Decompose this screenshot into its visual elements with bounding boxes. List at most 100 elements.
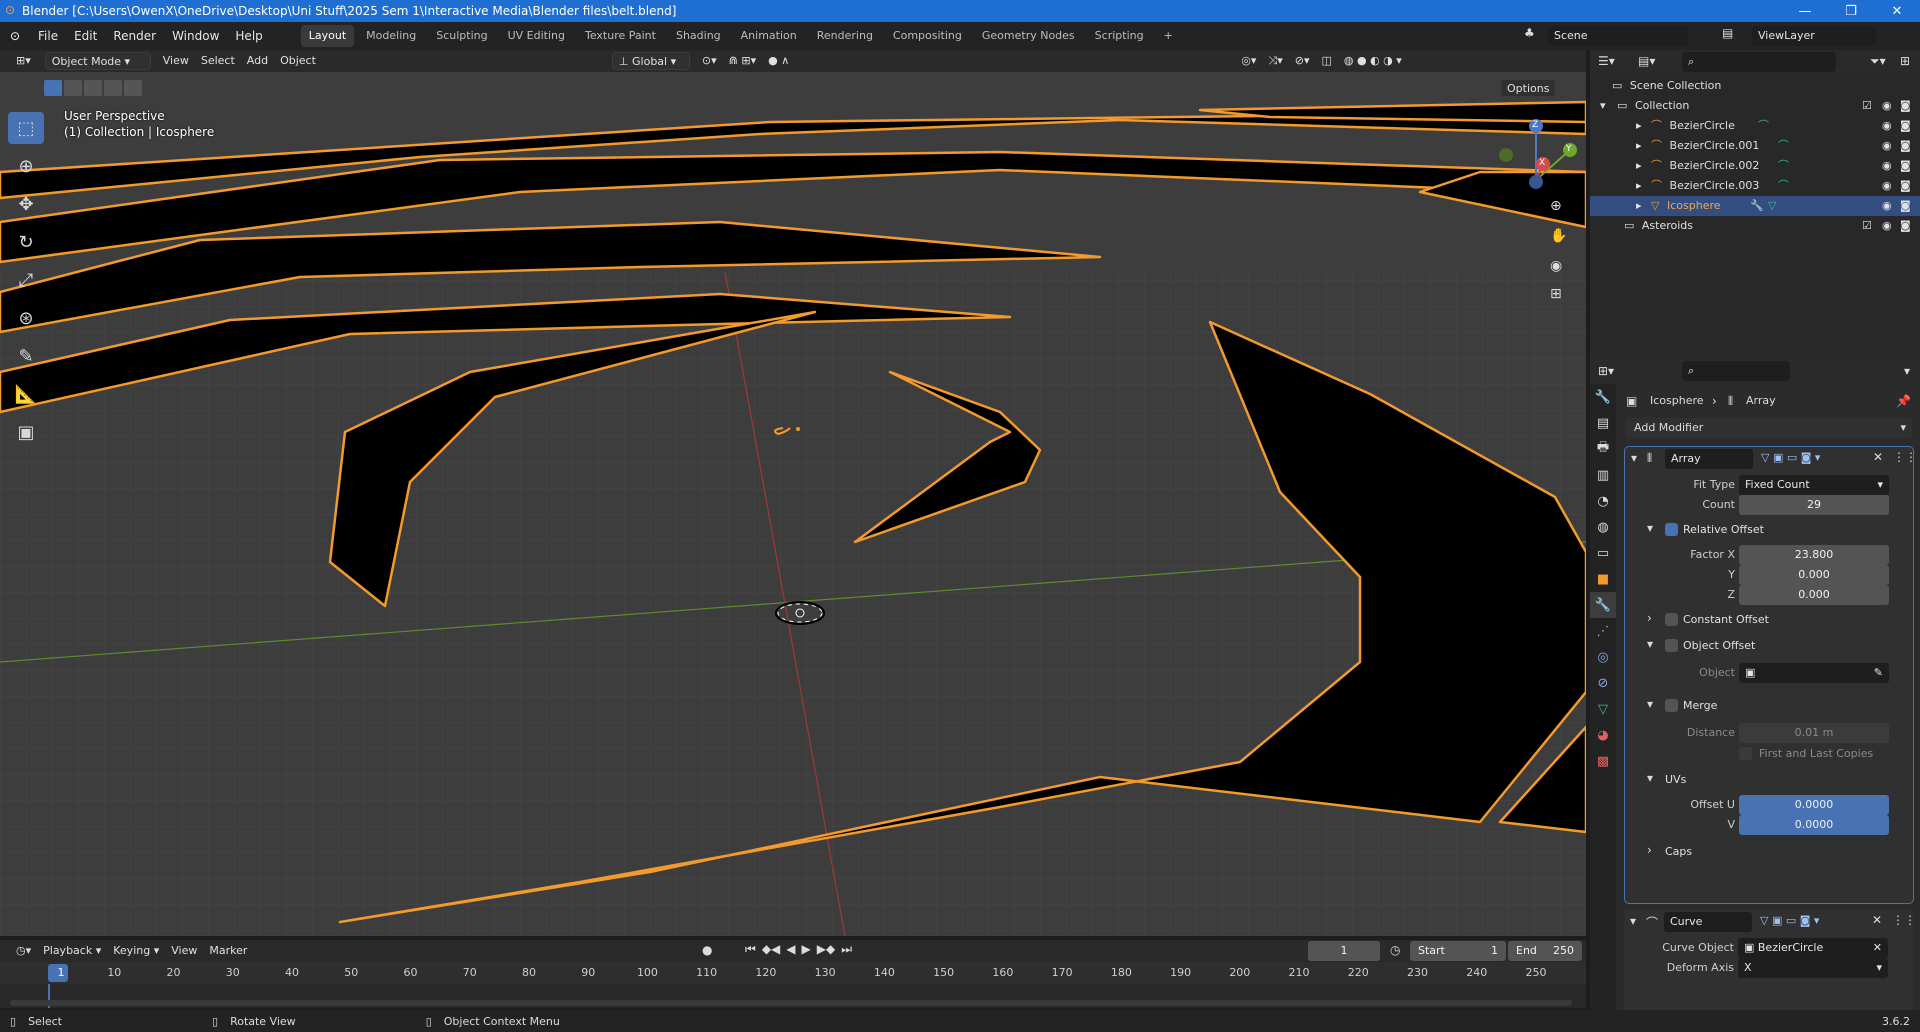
offset-v-field[interactable]: 0.0000 [1739,815,1889,835]
object-offset-collapse-icon[interactable]: ▾ [1647,637,1653,651]
data-tab-icon[interactable]: ▽ [1590,696,1616,722]
relative-offset-collapse-icon[interactable]: ▾ [1647,521,1653,535]
move-icon[interactable]: ✥ [8,188,44,220]
curve-name-field[interactable]: Curve [1664,912,1752,932]
outliner-row-scene-collection[interactable]: ▭ Scene Collection [1590,76,1920,96]
expand-arrow-icon[interactable]: ▸ [1636,179,1642,192]
deform-axis-select[interactable]: X ▾ [1738,958,1888,978]
close-window-button[interactable]: ✕ [1874,0,1920,22]
collapse-arrow-icon[interactable]: ▾ [1631,451,1637,465]
outliner-editor-icon[interactable]: ☰▾ [1598,54,1615,68]
properties-editor-icon[interactable]: ⊞▾ [1598,364,1614,378]
factor-y-field[interactable]: 0.000 [1739,565,1889,585]
outliner-row-beziercircle[interactable]: ▸ ⌒ BezierCircle ⌒ ◉ ◙ [1590,116,1920,136]
render-tab-icon[interactable]: ▤ [1590,410,1616,436]
shading-modes-icon[interactable]: ◍ ● ◐ ◑ ▾ [1338,52,1408,70]
render-camera-icon[interactable]: ◙ [1900,196,1911,216]
options-button[interactable]: Options [1500,79,1557,97]
object-tab-icon[interactable]: ■ [1590,566,1616,592]
collection-tab-icon[interactable]: ▭ [1590,540,1616,566]
eye-icon[interactable]: ◉ [1882,196,1892,216]
annotate-icon[interactable]: ✎ [8,340,44,372]
fit-type-select[interactable]: Fixed Count ▾ [1739,475,1889,495]
relative-offset-checkbox[interactable] [1665,523,1678,536]
add-workspace-icon[interactable]: + [1156,25,1181,47]
tab-geometry-nodes[interactable]: Geometry Nodes [974,25,1083,47]
offset-u-field[interactable]: 0.0000 [1739,795,1889,815]
play-icon[interactable]: ▶ [802,942,811,957]
snap-icon[interactable]: ⋒ ⊞▾ [723,52,762,70]
expand-arrow-icon[interactable]: ▾ [1600,99,1606,112]
include-checkbox-icon[interactable]: ☑ [1862,96,1872,116]
measure-icon[interactable]: 📐 [8,378,44,410]
menu-select[interactable]: Select [195,52,241,70]
outliner-row-icosphere[interactable]: ▸ ▽ Icosphere 🔧 ▽ ◉ ◙ [1590,196,1920,216]
pivot-icon[interactable]: ⊙▾ [696,52,723,70]
play-reverse-icon[interactable]: ◀ [786,942,795,957]
tab-scripting[interactable]: Scripting [1087,25,1152,47]
maximize-button[interactable]: ❐ [1828,0,1874,22]
pin-icon[interactable]: 📌 [1896,394,1911,408]
current-frame-field[interactable]: 1 [1308,941,1380,961]
scene-tab-icon[interactable]: ◔ [1590,488,1616,514]
remove-modifier-icon[interactable]: ✕ [1872,913,1882,927]
render-camera-icon[interactable]: ◙ [1900,156,1911,176]
curve-object-field[interactable]: ▣ BezierCircle ✕ [1738,938,1888,958]
eye-icon[interactable]: ◉ [1882,156,1892,176]
tab-texture-paint[interactable]: Texture Paint [577,25,664,47]
array-name-field[interactable]: Array [1665,449,1753,469]
expand-arrow-icon[interactable]: ▸ [1636,139,1642,152]
outliner-row-beziercircle-003[interactable]: ▸ ⌒ BezierCircle.003 ⌒ ◉ ◙ [1590,176,1920,196]
select-box-icon[interactable]: ⬚ [8,112,44,144]
particles-tab-icon[interactable]: ⋰ [1590,618,1616,644]
orientation-selector[interactable]: ⊥ Global ▾ [611,52,690,70]
zoom-icon[interactable]: ⊕ [1550,198,1562,214]
render-camera-icon[interactable]: ◙ [1900,96,1911,116]
mode-selector[interactable]: Object Mode ▾ [44,52,151,70]
offset-object-field[interactable]: ▣ ✎ [1739,663,1889,683]
modifier-toggle-icons[interactable]: ▽ ▣ ▭ ◙ ▾ [1761,451,1820,464]
record-icon[interactable]: ● [702,943,712,957]
uvs-collapse-icon[interactable]: ▾ [1647,771,1653,785]
expand-arrow-icon[interactable]: ▸ [1636,199,1642,212]
overlay-icon[interactable]: ⊘▾ [1289,52,1316,70]
eye-icon[interactable]: ◉ [1882,136,1892,156]
rotate-icon[interactable]: ↻ [8,226,44,258]
select-new-icon[interactable] [44,80,62,96]
display-mode-icon[interactable]: ▤▾ [1638,54,1655,68]
tab-animation[interactable]: Animation [733,25,805,47]
timeline-scrollbar[interactable] [10,1000,1572,1006]
view-layer-tab-icon[interactable]: ▥ [1590,462,1616,488]
grid-perspective-icon[interactable]: ⊞ [1550,286,1562,302]
select-invert-icon[interactable] [104,80,122,96]
menu-add[interactable]: Add [241,52,274,70]
distance-field[interactable]: 0.01 m [1739,723,1889,743]
menu-marker[interactable]: Marker [203,942,253,960]
start-frame-field[interactable]: Start 1 [1410,941,1506,961]
include-checkbox-icon[interactable]: ☑ [1862,216,1872,236]
outliner-row-beziercircle-001[interactable]: ▸ ⌒ BezierCircle.001 ⌒ ◉ ◙ [1590,136,1920,156]
material-tab-icon[interactable]: ◕ [1590,722,1616,748]
tab-uv-editing[interactable]: UV Editing [500,25,573,47]
modifier-tab-icon[interactable]: 🔧 [1590,592,1616,618]
world-tab-icon[interactable]: ◍ [1590,514,1616,540]
caps-expand-icon[interactable]: › [1647,843,1652,857]
texture-tab-icon[interactable]: ▩ [1590,748,1616,774]
pan-hand-icon[interactable]: ✋ [1550,228,1567,244]
expand-arrow-icon[interactable]: ▸ [1636,119,1642,132]
3d-viewport[interactable]: Z Y X ⊕ ✋ ◉ ⊞ Options [0,72,1586,936]
scale-icon[interactable]: ⤢ [8,264,44,296]
cursor-icon[interactable]: ⊕ [8,150,44,182]
navigation-gizmo[interactable] [1503,155,1573,225]
menu-help[interactable]: Help [227,22,270,50]
render-camera-icon[interactable]: ◙ [1900,116,1911,136]
tab-shading[interactable]: Shading [668,25,729,47]
collapse-arrow-icon[interactable]: ▾ [1630,914,1636,928]
blender-menu-icon[interactable]: ⊙ [0,29,30,43]
object-offset-checkbox[interactable] [1665,639,1678,652]
minimize-button[interactable]: — [1782,0,1828,22]
menu-file[interactable]: File [30,22,66,50]
view-layer-selector[interactable]: ViewLayer [1752,26,1876,46]
expand-arrow-icon[interactable]: ▸ [1636,159,1642,172]
properties-options-icon[interactable]: ▾ [1904,364,1910,378]
